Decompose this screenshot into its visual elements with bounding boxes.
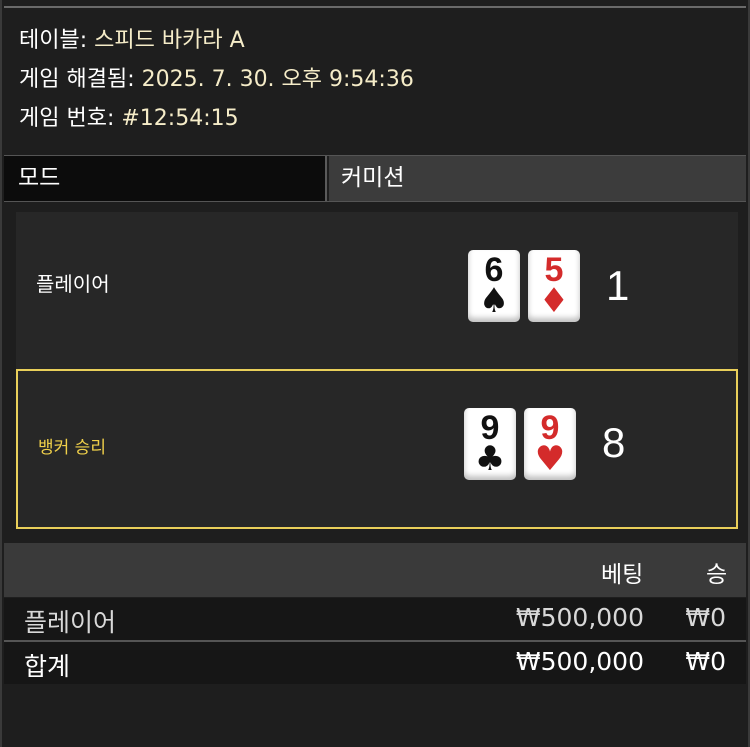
spade-icon: ♠ (478, 281, 510, 321)
player-name: 플레이어 (36, 272, 110, 296)
history-panel: 테이블: 스피드 바카라 A 게임 해결됨: 2025. 7. 30. 오후 9… (0, 0, 750, 747)
win-amount: ₩0 (685, 603, 726, 632)
playing-card: 5 ♦ (528, 250, 580, 322)
top-divider (4, 6, 746, 8)
table-row: 플레이어 ₩500,000 ₩0 (4, 598, 746, 642)
banker-total: 8 (602, 419, 626, 466)
total-label: 합계 (24, 652, 71, 681)
total-row: 합계 ₩500,000 ₩0 (4, 642, 746, 684)
banker-result: 뱅커 승리 (38, 438, 106, 458)
game-number-value: #12:54:15 (121, 106, 239, 131)
bets-table-header: 베팅 승 (4, 543, 746, 597)
table-label: 테이블: (19, 28, 95, 53)
mode-label: 모드 (4, 156, 327, 201)
player-total: 1 (606, 262, 630, 309)
total-win: ₩0 (685, 647, 726, 676)
game-number-label: 게임 번호: (19, 106, 122, 131)
playing-card: 9 ♣ (464, 408, 516, 480)
banker-hand: 뱅커 승리 9 ♣ 9 ♥ 8 (16, 369, 738, 529)
player-hand: 플레이어 6 ♠ 5 ♦ 1 (16, 212, 738, 368)
round-results: 플레이어 6 ♠ 5 ♦ 1 뱅커 승리 9 ♣ 9 ♥ 8 (16, 212, 738, 529)
game-number-row: 게임 번호: #12:54:15 (19, 104, 414, 143)
bet-name: 플레이어 (24, 608, 117, 637)
table-value: 스피드 바카라 A (94, 28, 245, 53)
table-info-row: 테이블: 스피드 바카라 A (19, 26, 414, 65)
diamond-icon: ♦ (538, 281, 570, 321)
heart-icon: ♥ (534, 439, 566, 479)
bet-amount: ₩500,000 (515, 603, 644, 632)
resolved-info-row: 게임 해결됨: 2025. 7. 30. 오후 9:54:36 (19, 65, 414, 104)
playing-card: 6 ♠ (468, 250, 520, 322)
mode-row: 모드 커미션 (4, 155, 746, 202)
resolved-value: 2025. 7. 30. 오후 9:54:36 (141, 67, 414, 92)
mode-value: 커미션 (329, 156, 746, 201)
total-bet: ₩500,000 (515, 647, 644, 676)
club-icon: ♣ (474, 439, 506, 479)
resolved-label: 게임 해결됨: (19, 67, 142, 92)
bet-column-header: 베팅 (601, 562, 644, 588)
game-info: 테이블: 스피드 바카라 A 게임 해결됨: 2025. 7. 30. 오후 9… (19, 26, 414, 143)
win-column-header: 승 (706, 562, 728, 588)
playing-card: 9 ♥ (524, 408, 576, 480)
